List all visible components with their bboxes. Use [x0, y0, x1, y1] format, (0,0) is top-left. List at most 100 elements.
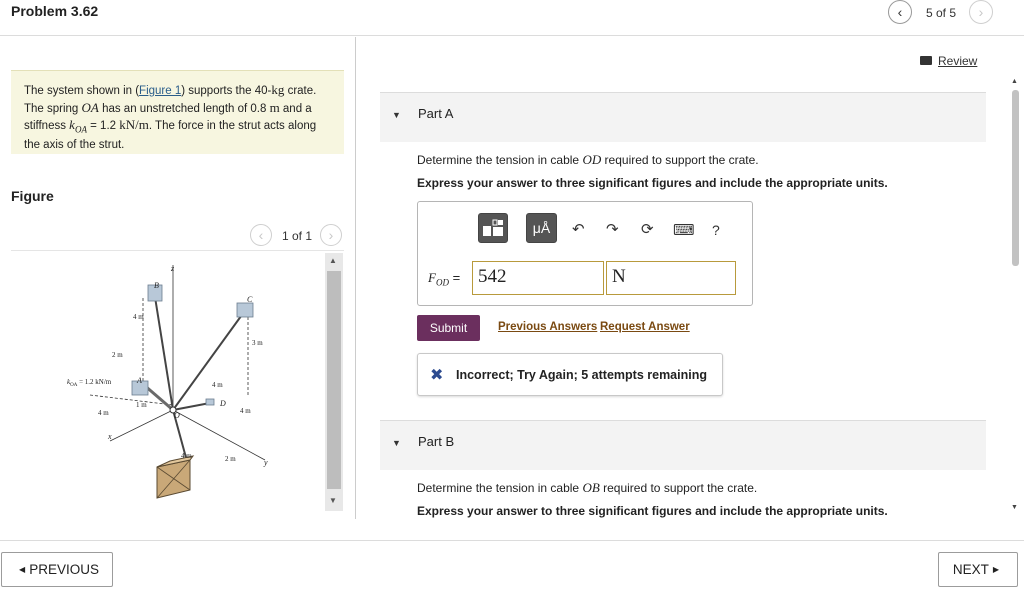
figure-next-button[interactable]: ›: [320, 224, 342, 246]
figure-diagram: z B C A D O x y 4 m 3 m 2 m kOA = 1.2 kN…: [67, 264, 268, 499]
dim-2m-left: 2 m: [112, 351, 123, 359]
next-problem-button[interactable]: ›: [969, 0, 993, 24]
reset-icon[interactable]: ⟳: [641, 220, 654, 238]
answer-unit-input[interactable]: N: [606, 261, 736, 295]
templates-button[interactable]: [478, 213, 508, 243]
dim-4m-top: 4 m: [133, 313, 144, 321]
var-f: F: [428, 270, 436, 285]
dim-4m-mid: 4 m: [212, 381, 223, 389]
unit-m: m: [269, 99, 280, 115]
answer-value-input[interactable]: 542: [472, 261, 604, 295]
units-button[interactable]: μÅ: [526, 213, 557, 243]
caret-right-icon: ▶: [992, 565, 1000, 574]
part-b-question: Determine the tension in cable OB requir…: [417, 480, 757, 496]
var-od: OD: [582, 152, 602, 167]
scroll-up-icon[interactable]: ▲: [329, 256, 337, 265]
previous-button[interactable]: ◀ PREVIOUS: [1, 552, 113, 587]
request-answer-link[interactable]: Request Answer: [600, 321, 690, 333]
label-b: B: [154, 281, 159, 290]
cable-od: [172, 402, 211, 411]
previous-answers-link[interactable]: Previous Answers: [498, 321, 597, 333]
scroll-thumb[interactable]: [327, 271, 341, 489]
dim-4m-bottom: 4 m: [181, 452, 192, 460]
feedback-message: Incorrect; Try Again; 5 attempts remaini…: [456, 368, 707, 382]
caret-left-icon: ◀: [19, 565, 26, 574]
chevron-left-icon: ‹: [258, 227, 264, 243]
question-text: Determine the tension in cable: [417, 481, 583, 495]
scroll-up-icon[interactable]: ▲: [1011, 78, 1018, 85]
part-a-instructions: Express your answer to three significant…: [417, 176, 888, 190]
problem-pager: 5 of 5: [926, 6, 957, 20]
label-a: A: [136, 376, 142, 385]
units-icon: μÅ: [532, 220, 551, 236]
templates-icon: [483, 219, 503, 236]
equals-sign: =: [448, 270, 461, 285]
intro-text: has an unstretched length of 0.8: [98, 102, 270, 115]
question-text: Determine the tension in cable: [417, 153, 583, 167]
next-button[interactable]: NEXT ▶: [938, 552, 1018, 587]
feedback-box: ✖ Incorrect; Try Again; 5 attempts remai…: [417, 353, 723, 396]
part-b-header[interactable]: ▼ Part B: [380, 420, 986, 470]
figure-link[interactable]: Figure 1: [139, 85, 181, 97]
keyboard-icon[interactable]: ⌨: [673, 221, 695, 239]
spring-k-label: kOA = 1.2 kN/m: [67, 378, 112, 388]
figure-heading: Figure: [11, 188, 54, 204]
figure-pager: 1 of 1: [282, 229, 313, 243]
problem-title: Problem 3.62: [11, 3, 99, 19]
chevron-right-icon: ›: [978, 4, 984, 20]
scroll-down-icon[interactable]: ▼: [329, 496, 337, 505]
part-a-question: Determine the tension in cable OD requir…: [417, 152, 759, 168]
dim-2m-bottom: 2 m: [225, 455, 236, 463]
dim-4m-right: 4 m: [240, 407, 251, 415]
submit-button[interactable]: Submit: [417, 315, 480, 341]
part-b-instructions: Express your answer to three significant…: [417, 504, 888, 518]
undo-icon[interactable]: ↶: [572, 220, 585, 238]
label-x: x: [107, 432, 112, 441]
unit-kg: kg: [271, 82, 285, 97]
page-scrollbar[interactable]: ▲ ▼: [1011, 78, 1019, 518]
bottom-bar: [0, 540, 1024, 592]
intro-text: = 1.2: [86, 120, 120, 132]
part-a-title: Part A: [418, 106, 454, 121]
answer-variable-label: FOD =: [428, 270, 460, 288]
collapse-triangle-icon: ▼: [392, 110, 401, 120]
label-z: z: [170, 264, 175, 273]
previous-label: PREVIOUS: [29, 562, 99, 577]
next-label: NEXT: [952, 562, 989, 577]
dim-4m-left: 4 m: [98, 409, 109, 417]
chevron-right-icon: ›: [328, 227, 334, 243]
dim-1m: 1 m: [136, 401, 147, 409]
incorrect-icon: ✖: [430, 367, 444, 384]
help-icon[interactable]: ?: [712, 222, 720, 238]
problem-statement: The system shown in (Figure 1) supports …: [11, 70, 344, 154]
chevron-left-icon: ‹: [897, 4, 903, 20]
question-text: required to support the crate.: [601, 153, 759, 167]
top-bar: [0, 0, 1024, 36]
part-b-title: Part B: [418, 434, 455, 449]
prev-problem-button[interactable]: ‹: [888, 0, 912, 24]
label-y: y: [263, 458, 268, 467]
crate: [156, 455, 195, 499]
redo-icon[interactable]: ↷: [606, 220, 619, 238]
var-f-sub: OD: [435, 277, 449, 288]
label-c: C: [247, 295, 253, 304]
cable-oc: [172, 311, 245, 411]
dim-3m: 3 m: [252, 339, 263, 347]
figure-scrollbar[interactable]: ▲ ▼: [325, 253, 343, 511]
intro-text: The system shown in (: [24, 85, 140, 97]
spring-k-val: = 1.2 kN/m: [77, 378, 111, 386]
collapse-triangle-icon: ▼: [392, 438, 401, 448]
intro-text: ) supports the 40-: [181, 85, 272, 97]
figure-prev-button[interactable]: ‹: [250, 224, 272, 246]
cable-ob: [154, 296, 174, 411]
label-d: D: [219, 399, 226, 408]
part-a-header[interactable]: ▼ Part A: [380, 92, 986, 142]
var-k-sub: OA: [74, 124, 87, 135]
label-o: O: [174, 411, 180, 420]
scroll-thumb[interactable]: [1012, 90, 1019, 266]
var-oa: OA: [81, 99, 99, 115]
x-axis: [109, 409, 174, 442]
unit-knm: kN/m: [119, 117, 149, 132]
question-text: required to support the crate.: [599, 481, 758, 495]
scroll-down-icon[interactable]: ▼: [1011, 504, 1018, 511]
